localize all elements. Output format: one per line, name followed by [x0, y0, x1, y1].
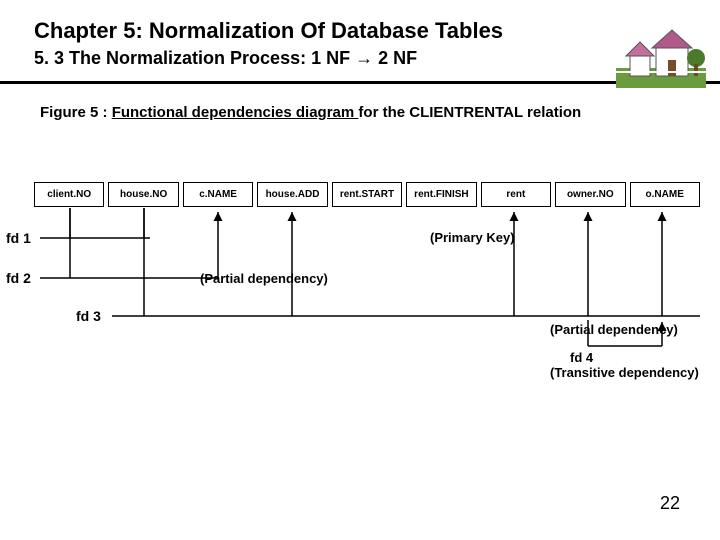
header-rule [0, 81, 720, 84]
attr-rentfinish: rent.FINISH [406, 182, 476, 207]
attr-houseadd: house.ADD [257, 182, 327, 207]
page-number: 22 [660, 493, 680, 514]
section-suffix: 2 NF [373, 48, 417, 68]
attr-rent: rent [481, 182, 551, 207]
partial-dep-2-label: (Partial dependency) [550, 322, 678, 337]
attr-oname: o.NAME [630, 182, 700, 207]
chapter-title: Chapter 5: Normalization Of Database Tab… [34, 18, 686, 44]
partial-dep-1-label: (Partial dependency) [200, 271, 328, 286]
fd4-label: fd 4 [570, 350, 593, 365]
figure-caption: Figure 5 : Functional dependencies diagr… [40, 104, 680, 121]
figure-underlined: Functional dependencies diagram [112, 104, 359, 121]
attr-rentstart: rent.START [332, 182, 402, 207]
house-illustration [616, 18, 706, 88]
fd1-label: fd 1 [6, 230, 31, 246]
attr-ownerno: owner.NO [555, 182, 625, 207]
fd2-label: fd 2 [6, 270, 31, 286]
primary-key-label: (Primary Key) [430, 230, 515, 245]
section-prefix: 5. 3 The Normalization Process: 1 NF [34, 48, 355, 68]
arrow-icon: → [355, 48, 373, 68]
section-title: 5. 3 The Normalization Process: 1 NF → 2… [34, 48, 686, 69]
slide-header: Chapter 5: Normalization Of Database Tab… [0, 0, 720, 81]
fd3-label: fd 3 [76, 308, 101, 324]
transitive-dep-label: (Transitive dependency) [550, 365, 699, 380]
attribute-row: client.NO house.NO c.NAME house.ADD rent… [34, 182, 700, 207]
attr-cname: c.NAME [183, 182, 253, 207]
attr-houseno: house.NO [108, 182, 178, 207]
attr-clientno: client.NO [34, 182, 104, 207]
figure-prefix: Figure 5 : [40, 104, 112, 121]
figure-suffix: for the CLIENTRENTAL relation [358, 104, 581, 121]
